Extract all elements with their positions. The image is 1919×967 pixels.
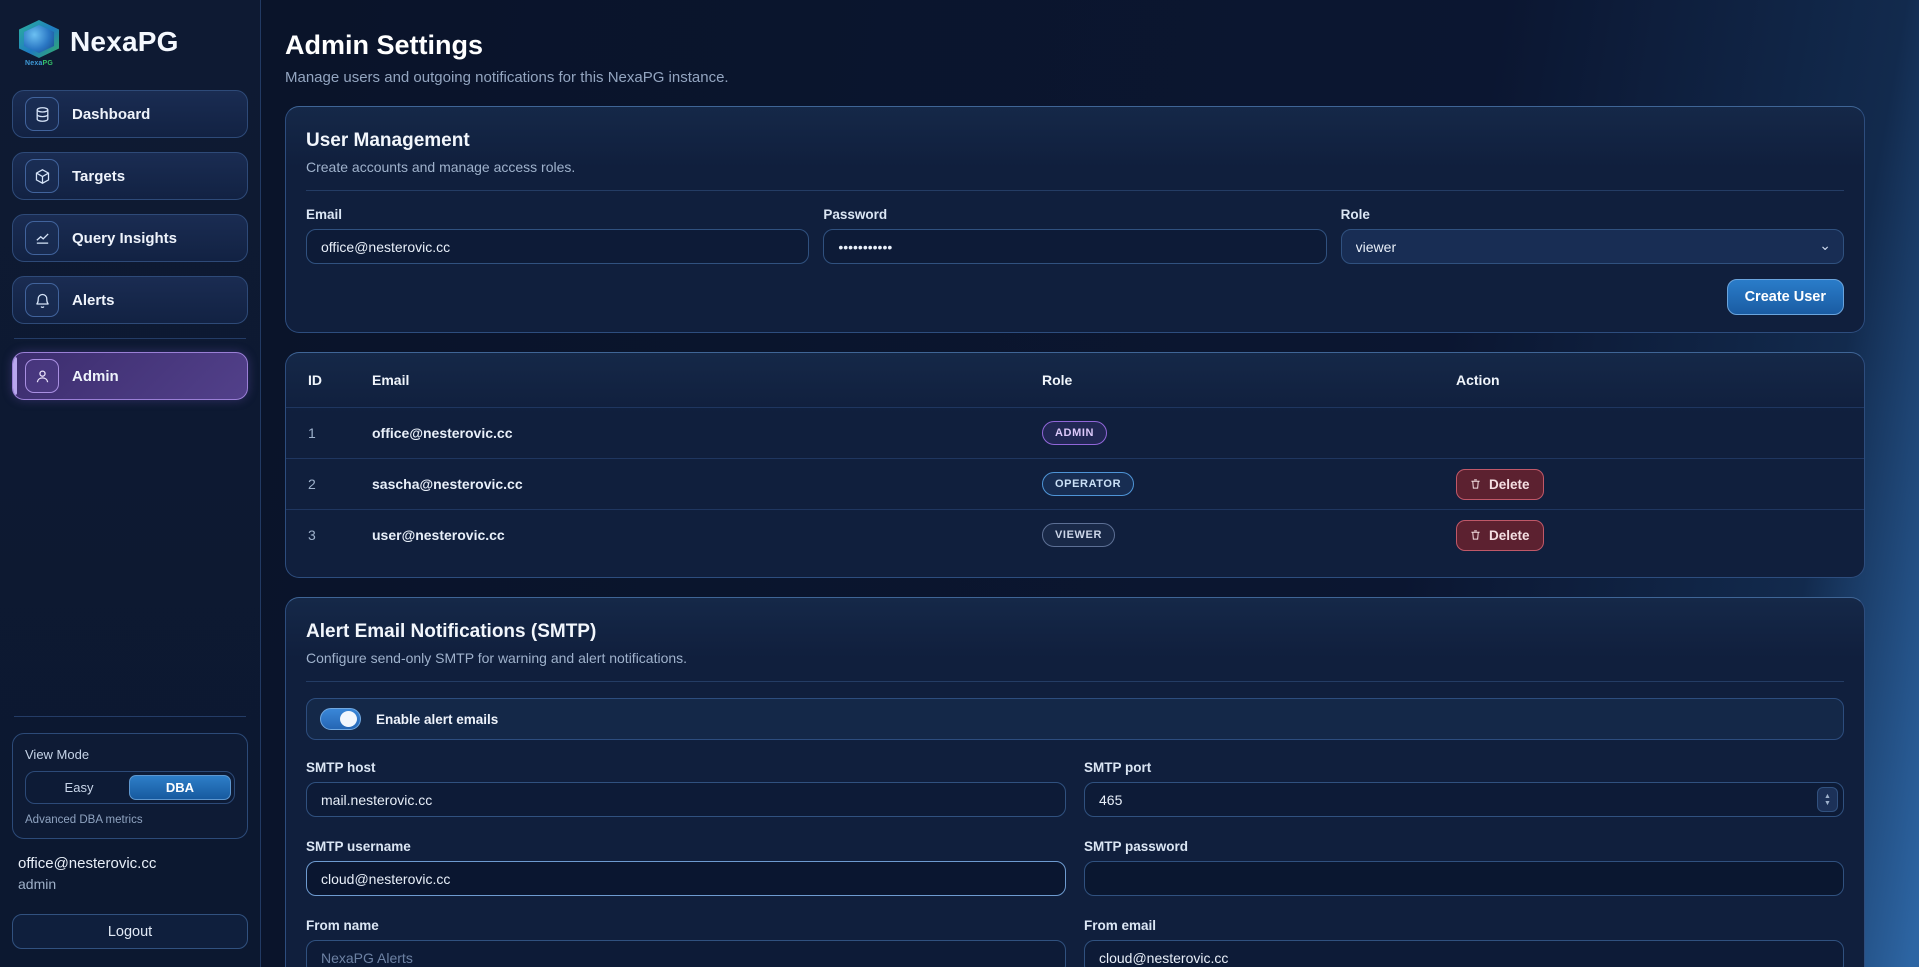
sidebar-item-admin[interactable]: Admin — [12, 352, 248, 400]
table-row: 2 sascha@nesterovic.cc OPERATOR Delete — [286, 458, 1864, 509]
sidebar-nav: Dashboard Targets Query Insights Alerts — [12, 90, 248, 414]
delete-user-button[interactable]: Delete — [1456, 520, 1544, 551]
view-mode-segmented-control: Easy DBA — [25, 771, 235, 804]
sidebar-item-query-insights[interactable]: Query Insights — [12, 214, 248, 262]
col-id: ID — [308, 372, 372, 388]
table-header: ID Email Role Action — [286, 353, 1864, 407]
table-row: 1 office@nesterovic.cc ADMIN — [286, 407, 1864, 458]
smtp-username-label: SMTP username — [306, 839, 1066, 854]
view-mode-card: View Mode Easy DBA Advanced DBA metrics — [12, 733, 248, 839]
card-subtitle: Create accounts and manage access roles. — [306, 159, 1844, 175]
table-row: 3 user@nesterovic.cc VIEWER Delete — [286, 509, 1864, 560]
enable-alert-emails-row: Enable alert emails — [306, 698, 1844, 740]
app-root: NexaPG NexaPG Dashboard Targets — [0, 0, 1919, 967]
role-badge: ADMIN — [1042, 421, 1107, 445]
sidebar: NexaPG NexaPG Dashboard Targets — [0, 0, 261, 967]
password-field[interactable] — [823, 229, 1326, 264]
card-title: Alert Email Notifications (SMTP) — [306, 621, 1844, 643]
role-badge: OPERATOR — [1042, 472, 1134, 496]
view-mode-hint: Advanced DBA metrics — [25, 814, 235, 826]
smtp-host-label: SMTP host — [306, 760, 1066, 775]
smtp-username-field[interactable] — [306, 861, 1066, 896]
smtp-password-field[interactable] — [1084, 861, 1844, 896]
logout-button[interactable]: Logout — [12, 914, 248, 949]
col-action: Action — [1456, 372, 1864, 388]
sidebar-item-targets[interactable]: Targets — [12, 152, 248, 200]
sidebar-item-label: Dashboard — [72, 106, 150, 123]
sidebar-item-dashboard[interactable]: Dashboard — [12, 90, 248, 138]
sidebar-divider — [14, 338, 246, 339]
role-badge: VIEWER — [1042, 523, 1115, 547]
database-icon — [25, 97, 59, 131]
view-mode-option-easy[interactable]: Easy — [29, 775, 129, 800]
cube-icon — [25, 159, 59, 193]
user-email: user@nesterovic.cc — [372, 527, 1042, 543]
from-name-field[interactable] — [306, 940, 1066, 967]
smtp-port-field[interactable] — [1084, 782, 1844, 817]
from-email-label: From email — [1084, 918, 1844, 933]
user-management-card: User Management Create accounts and mana… — [285, 106, 1865, 333]
brand: NexaPG NexaPG — [12, 20, 248, 90]
bell-icon — [25, 283, 59, 317]
page-title: Admin Settings — [285, 30, 1865, 61]
sidebar-item-label: Targets — [72, 168, 125, 185]
nexapg-logo-icon: NexaPG — [18, 20, 60, 64]
sidebar-item-label: Admin — [72, 368, 119, 385]
number-stepper[interactable]: ▲▼ — [1817, 787, 1838, 812]
sidebar-item-label: Alerts — [72, 292, 115, 309]
delete-user-button[interactable]: Delete — [1456, 469, 1544, 500]
user-email: office@nesterovic.cc — [372, 425, 1042, 441]
enable-alert-emails-label: Enable alert emails — [376, 712, 498, 727]
trash-icon — [1470, 529, 1481, 541]
user-id: 1 — [308, 425, 372, 441]
user-icon — [25, 359, 59, 393]
from-email-field[interactable] — [1084, 940, 1844, 967]
email-field[interactable] — [306, 229, 809, 264]
users-table-card: ID Email Role Action 1 office@nesterovic… — [285, 352, 1865, 578]
divider — [306, 190, 1844, 191]
role-label: Role — [1341, 207, 1844, 222]
trash-icon — [1470, 478, 1481, 490]
chart-line-icon — [25, 221, 59, 255]
app-title: NexaPG — [70, 26, 179, 58]
card-subtitle: Configure send-only SMTP for warning and… — [306, 650, 1844, 666]
divider — [306, 681, 1844, 682]
user-email: sascha@nesterovic.cc — [372, 476, 1042, 492]
create-user-button[interactable]: Create User — [1727, 279, 1844, 315]
role-select[interactable]: viewer — [1341, 229, 1844, 264]
sidebar-item-label: Query Insights — [72, 230, 177, 247]
sidebar-bottom: View Mode Easy DBA Advanced DBA metrics … — [12, 716, 248, 949]
current-user-email: office@nesterovic.cc — [18, 855, 242, 872]
current-user: office@nesterovic.cc admin — [12, 839, 248, 892]
smtp-port-label: SMTP port — [1084, 760, 1844, 775]
col-email: Email — [372, 372, 1042, 388]
password-label: Password — [823, 207, 1326, 222]
smtp-host-field[interactable] — [306, 782, 1066, 817]
email-label: Email — [306, 207, 809, 222]
view-mode-label: View Mode — [25, 747, 235, 762]
sidebar-divider — [14, 716, 246, 717]
from-name-label: From name — [306, 918, 1066, 933]
enable-alert-emails-toggle[interactable] — [320, 708, 361, 730]
col-role: Role — [1042, 372, 1456, 388]
current-user-role: admin — [18, 876, 242, 892]
smtp-password-label: SMTP password — [1084, 839, 1844, 854]
user-id: 2 — [308, 476, 372, 492]
view-mode-option-dba[interactable]: DBA — [129, 775, 231, 800]
sidebar-item-alerts[interactable]: Alerts — [12, 276, 248, 324]
page-subtitle: Manage users and outgoing notifications … — [285, 69, 1865, 86]
card-title: User Management — [306, 130, 1844, 152]
user-id: 3 — [308, 527, 372, 543]
main-content: Admin Settings Manage users and outgoing… — [261, 0, 1919, 967]
smtp-card: Alert Email Notifications (SMTP) Configu… — [285, 597, 1865, 967]
